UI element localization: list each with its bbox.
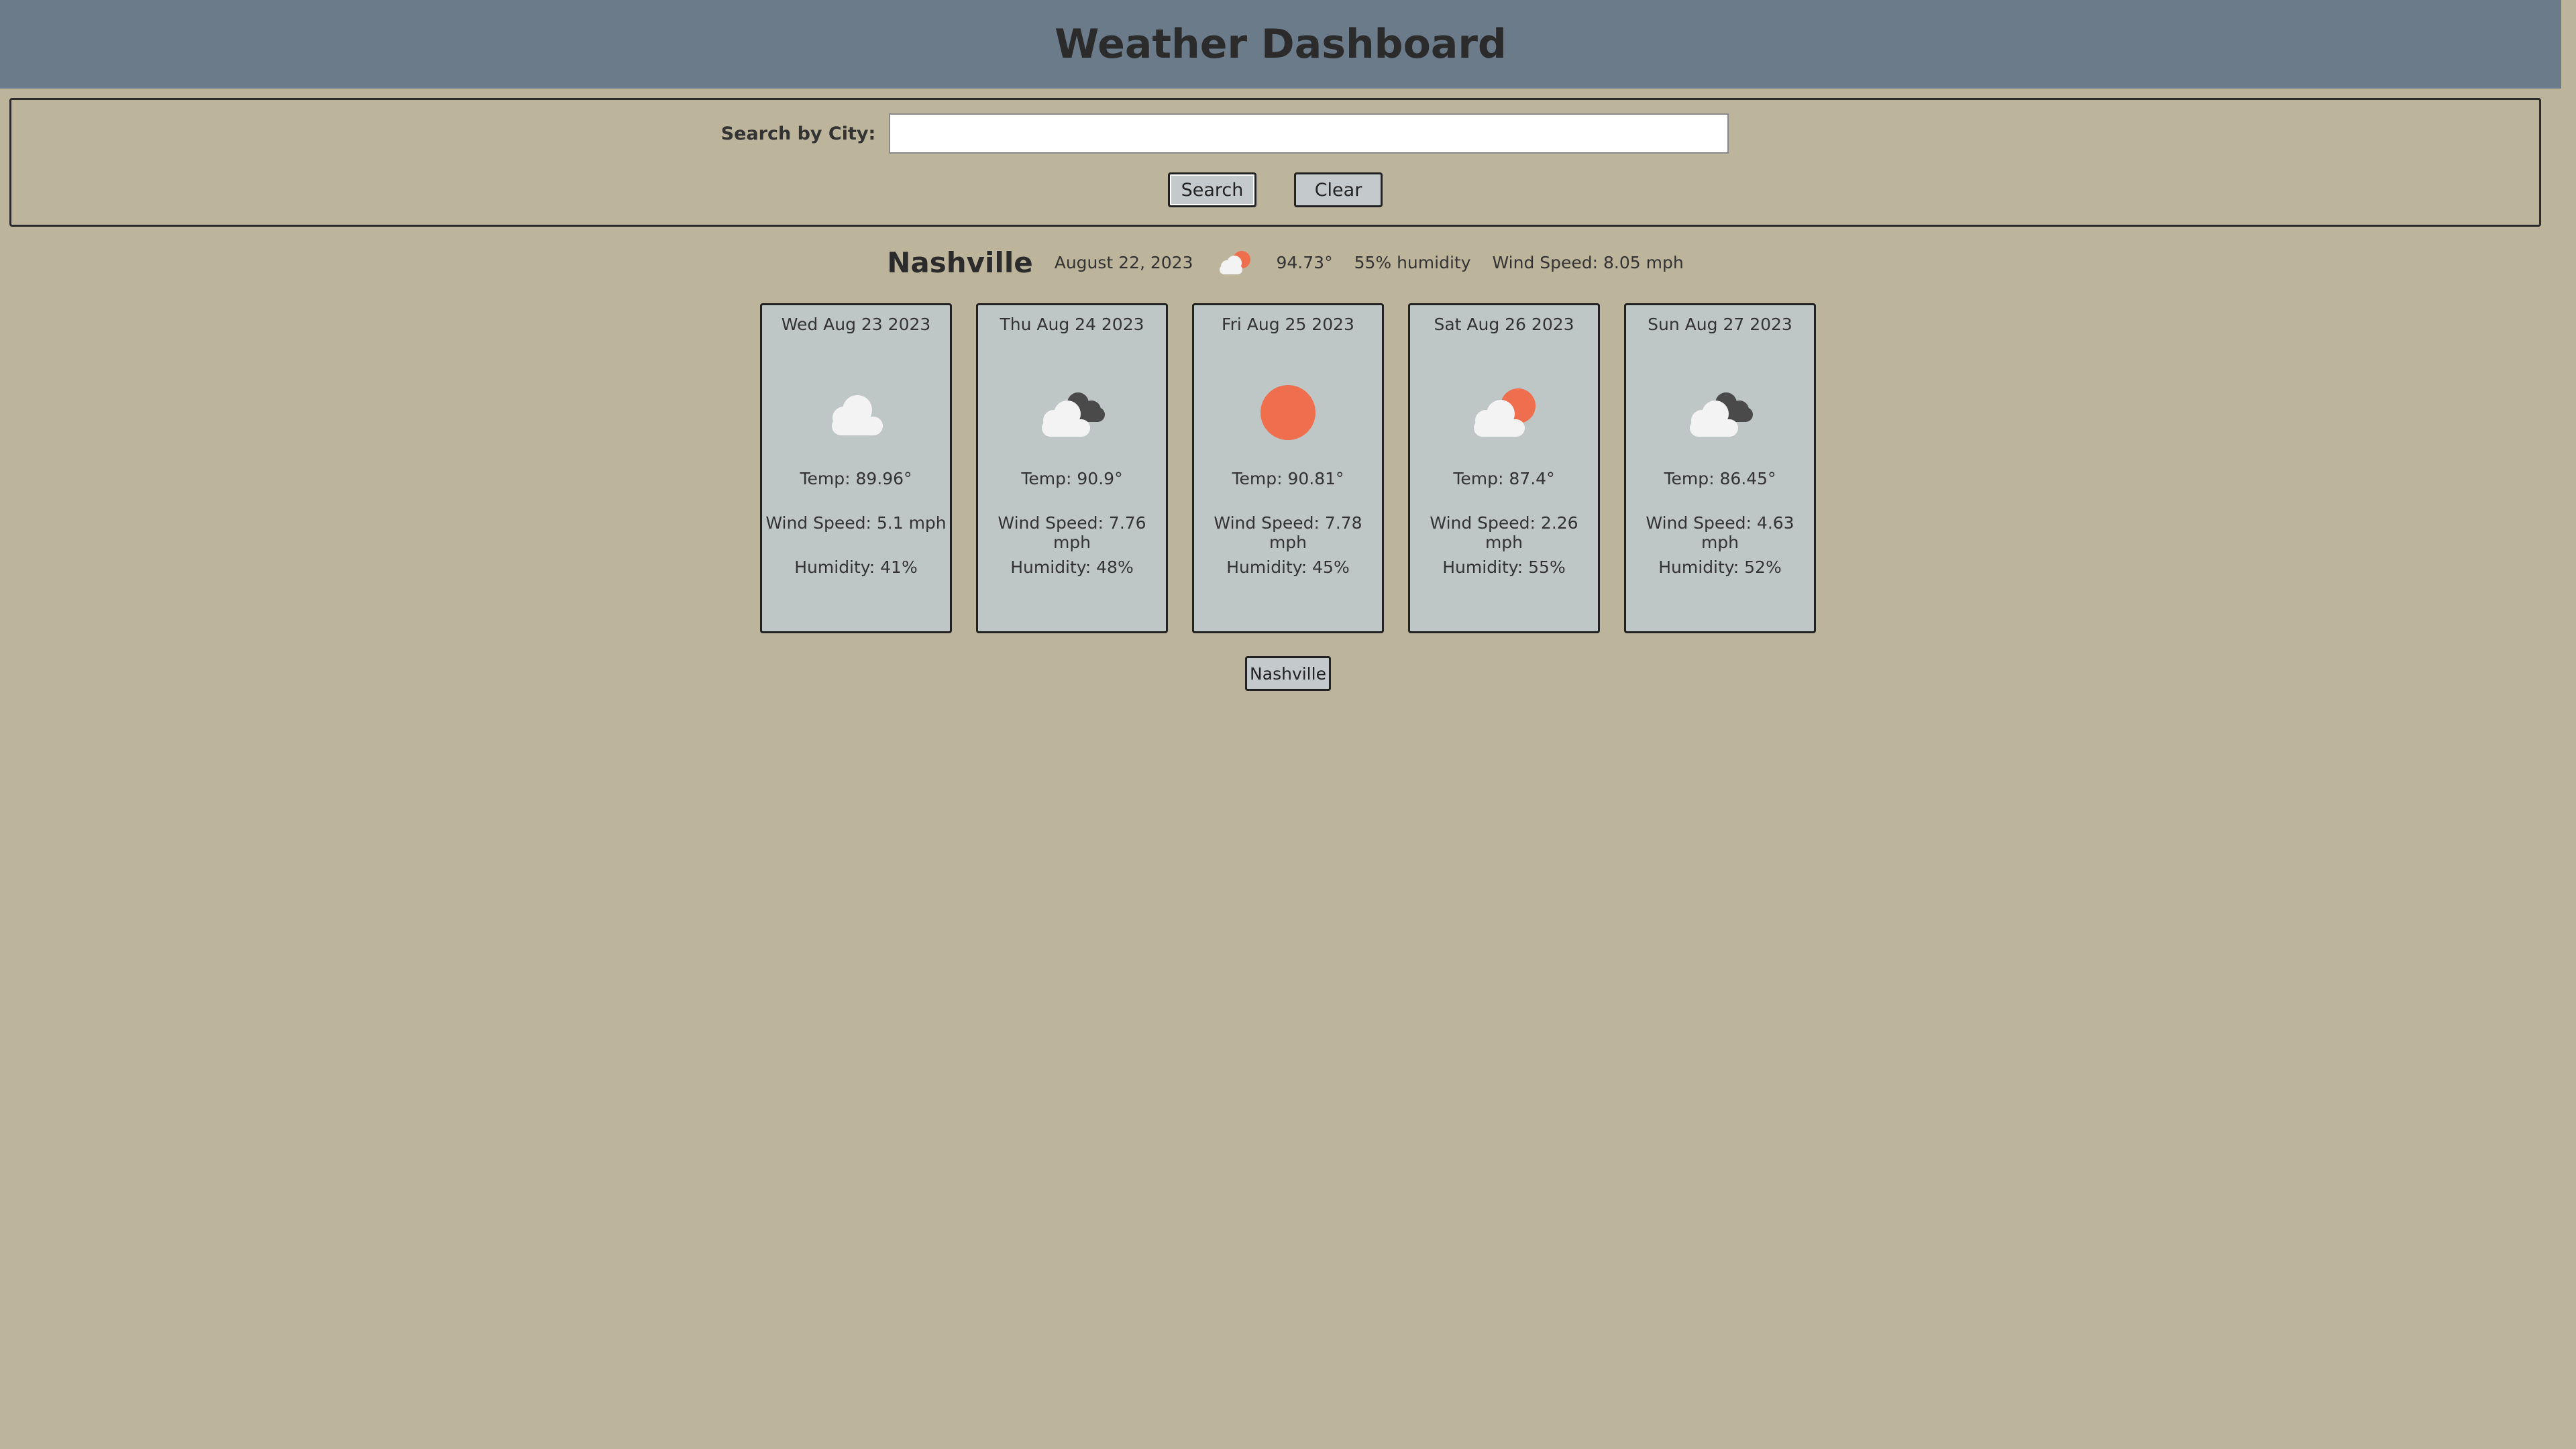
forecast-temp: Temp: 90.81° — [1232, 469, 1344, 488]
forecast-humidity: Humidity: 45% — [1226, 557, 1350, 577]
forecast-temp: Temp: 86.45° — [1664, 469, 1776, 488]
forecast-temp: Temp: 89.96° — [800, 469, 912, 488]
forecast-humidity: Humidity: 52% — [1658, 557, 1782, 577]
search-row: Search by City: — [11, 113, 2539, 154]
forecast-card: Sat Aug 26 2023 Temp: 87.4° Wind Speed: … — [1408, 303, 1600, 633]
forecast-wind: Wind Speed: 7.78 mph — [1214, 513, 1362, 552]
forecast-card: Wed Aug 23 2023 Temp: 89.96° Wind Speed:… — [760, 303, 952, 633]
current-date: August 22, 2023 — [1054, 252, 1193, 272]
page-title: Weather Dashboard — [1055, 21, 1507, 68]
search-panel: Search by City: Search Clear — [9, 98, 2541, 227]
forecast-date: Thu Aug 24 2023 — [1000, 315, 1144, 334]
forecast-date: Sat Aug 26 2023 — [1434, 315, 1574, 334]
forecast-list: Wed Aug 23 2023 Temp: 89.96° Wind Speed:… — [0, 303, 2576, 633]
current-humidity: 55% humidity — [1354, 252, 1471, 272]
forecast-card: Fri Aug 25 2023 Temp: 90.81° Wind Speed:… — [1192, 303, 1384, 633]
current-temp: 94.73° — [1276, 252, 1333, 272]
current-city: Nashville — [887, 246, 1033, 279]
forecast-humidity: Humidity: 55% — [1442, 557, 1566, 577]
partly-cloudy-sun-icon — [1474, 388, 1536, 437]
forecast-wind: Wind Speed: 4.63 mph — [1646, 513, 1794, 552]
search-label: Search by City: — [720, 123, 876, 144]
broken-clouds-icon — [1690, 392, 1753, 437]
forecast-card: Thu Aug 24 2023 Temp: 90.9° Wind Speed: … — [976, 303, 1168, 633]
history-city-button[interactable]: Nashville — [1245, 656, 1331, 691]
current-weather: Nashville August 22, 2023 94.73° 55% hum… — [0, 239, 2573, 286]
current-wind: Wind Speed: 8.05 mph — [1492, 252, 1684, 272]
broken-clouds-icon — [1042, 392, 1105, 437]
cloud-icon — [832, 395, 883, 435]
forecast-date: Sun Aug 27 2023 — [1648, 315, 1792, 334]
forecast-card: Sun Aug 27 2023 Temp: 86.45° Wind Speed:… — [1624, 303, 1816, 633]
partly-cloudy-sun-icon — [1219, 251, 1250, 274]
search-button-row: Search Clear — [11, 172, 2539, 207]
search-button[interactable]: Search — [1168, 172, 1256, 207]
forecast-wind: Wind Speed: 5.1 mph — [765, 513, 947, 533]
forecast-temp: Temp: 87.4° — [1453, 469, 1555, 488]
forecast-wind: Wind Speed: 2.26 mph — [1430, 513, 1578, 552]
forecast-date: Fri Aug 25 2023 — [1222, 315, 1354, 334]
clear-button[interactable]: Clear — [1294, 172, 1383, 207]
header: Weather Dashboard — [0, 0, 2561, 89]
search-input[interactable] — [889, 113, 1729, 154]
forecast-date: Wed Aug 23 2023 — [781, 315, 931, 334]
forecast-humidity: Humidity: 41% — [794, 557, 918, 577]
forecast-temp: Temp: 90.9° — [1021, 469, 1123, 488]
search-history: Nashville — [0, 656, 2576, 691]
forecast-humidity: Humidity: 48% — [1010, 557, 1134, 577]
sun-icon — [1260, 385, 1316, 440]
forecast-wind: Wind Speed: 7.76 mph — [998, 513, 1146, 552]
